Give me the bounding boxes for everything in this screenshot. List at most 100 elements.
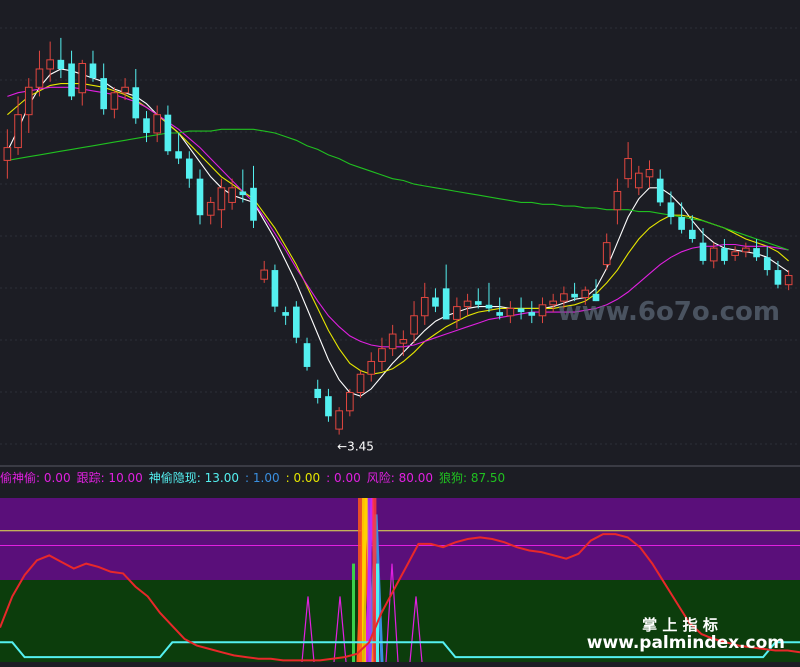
candle-body [14,114,22,149]
candle [24,78,33,133]
candle [271,264,279,313]
candle [517,297,525,320]
palm-cn-watermark: 掌 上 指 标 [642,616,718,634]
stock-chart: ←3.45 www.6o7o.com 偷神偷: 0.00 跟踪: 10.00 神偷隐… [0,27,800,663]
candle [774,260,782,289]
candle-body [753,248,760,258]
candle [206,196,215,225]
candle-body [453,306,461,320]
candle-body [624,158,632,180]
indicator-bar [362,498,366,662]
candle [260,260,269,283]
candle [485,282,493,313]
candle-body [678,217,685,230]
candle [506,301,515,324]
candle-body [293,306,300,338]
candle-body [506,307,515,317]
candle [463,293,472,316]
candle-body [689,229,696,239]
candle-body [367,360,376,375]
candle [731,246,739,261]
candle [356,370,365,399]
candle-body [709,247,718,262]
moving-average-line [7,128,789,251]
candle-body [346,392,354,412]
candle-body [731,251,739,256]
candle [346,388,354,417]
site-watermark: www.6o7o.com [558,297,780,327]
candle-body [78,62,87,94]
indicator-band [0,498,800,531]
indicator-label: 偷神偷: 0.00 [0,470,71,485]
candle-body [538,304,547,317]
candle-body [613,190,622,211]
indicator-label: 神偷隐现: 13.00 [149,470,239,485]
candle-body [463,300,472,308]
candle [634,165,643,196]
candle-body [420,296,429,317]
candle [399,330,408,356]
candle-body [474,301,482,305]
candle-body [314,388,322,399]
candle [153,105,162,143]
candle-body [282,312,289,316]
separator [0,465,800,467]
candle [442,264,450,320]
indicator-label: : 0.00 [286,471,321,485]
indicator-bar [352,563,355,662]
candle [538,297,547,324]
candle-body [24,86,33,116]
candle-body [143,118,150,133]
candle [742,242,750,258]
moving-average-lines [6,68,789,397]
candle [602,233,611,271]
candle [68,50,75,101]
candle-body [110,92,119,110]
candle-body [175,151,182,159]
candle-body [784,275,793,286]
candle [667,191,675,225]
candle [303,337,311,371]
candle [14,96,22,155]
candle-body [656,178,664,203]
indicator-label: : 0.00 [326,471,361,485]
candle [293,301,300,344]
candle-body [549,300,558,306]
candle-body [774,270,782,285]
candle [613,178,622,225]
candle [164,105,172,155]
candle-body [153,114,162,134]
price-grid [0,27,800,445]
candle [763,246,771,276]
candle [185,151,193,188]
indicator-bar [376,563,379,662]
candle [453,297,461,329]
indicator-bar [372,498,377,662]
candle-body [89,63,97,79]
candle [282,306,289,325]
candle [196,169,204,225]
candle [410,301,418,344]
candle-body [667,202,675,218]
candle [388,324,397,356]
candle-body [303,343,311,367]
candle-body [217,187,226,211]
moving-average-line [7,83,789,375]
candle [378,337,386,371]
indicator-label: 跟踪: 10.00 [77,471,143,485]
candle-body [634,172,643,189]
candle-body [196,178,204,216]
candle [721,238,728,265]
candle [250,165,257,229]
candle-body [3,147,12,161]
candle-body [742,247,750,253]
candle [678,202,685,234]
candle-body [164,114,172,152]
indicator-label: : 1.00 [245,471,280,485]
palm-url-watermark: www.palmindex.com [587,633,785,653]
candle [314,379,322,404]
indicator-header: 偷神偷: 0.00 跟踪: 10.00 神偷隐现: 13.00 : 1.00 : 0.0… [0,470,505,485]
candle-body [271,270,279,307]
candle [100,63,107,115]
candle-body [206,201,215,216]
